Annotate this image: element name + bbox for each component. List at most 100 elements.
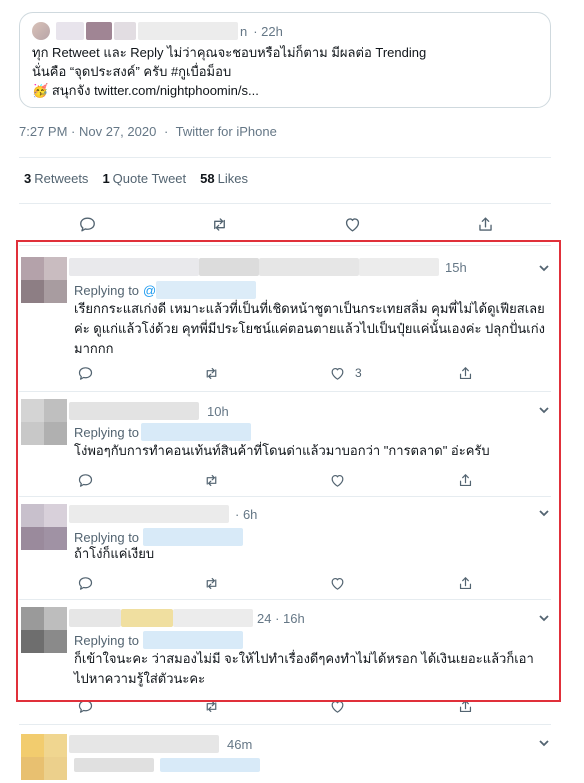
redacted-name	[199, 258, 259, 276]
tweet-stats: 3 Retweets 1 Quote Tweet 58 Likes	[24, 171, 248, 186]
quoted-link[interactable]: สนุกจัง twitter.com/nightphoomin/s...	[52, 83, 259, 98]
party-emoji-icon: 🥳	[32, 83, 49, 98]
replying-to: Replying to	[74, 423, 252, 441]
chevron-down-icon[interactable]	[537, 506, 551, 520]
reply-time[interactable]: 46m	[227, 737, 252, 752]
reply-text: ถ้าโง่ก็แค่เงียบ	[74, 546, 155, 561]
avatar[interactable]	[21, 399, 67, 445]
share-icon[interactable]	[474, 213, 496, 235]
share-icon[interactable]	[454, 362, 476, 384]
meta-separator: ·	[163, 124, 169, 139]
share-icon[interactable]	[454, 572, 476, 594]
quoted-time: · 22h	[253, 23, 283, 39]
reply-header: 10h	[69, 401, 229, 421]
like-icon[interactable]	[341, 213, 363, 235]
reply-tweet[interactable]: 46m	[19, 724, 559, 783]
redacted-name	[86, 22, 112, 40]
quoted-tweet-header: n · 22h	[32, 21, 538, 41]
avatar[interactable]	[21, 734, 67, 780]
reply-icon[interactable]	[74, 572, 96, 594]
avatar[interactable]	[21, 607, 67, 653]
retweet-icon[interactable]	[200, 572, 222, 594]
reply-icon[interactable]	[74, 362, 96, 384]
reply-text: โง่พอๆกับการทำคอนเท้นท์สินค้าที่โดนด่าแล…	[74, 443, 490, 458]
quotes-stat[interactable]: 1 Quote Tweet	[102, 171, 186, 186]
retweet-icon[interactable]	[200, 362, 222, 384]
like-icon[interactable]	[326, 362, 348, 384]
reply-icon[interactable]	[74, 469, 96, 491]
replying-prefix: Replying to	[74, 282, 140, 298]
tweet-timestamp[interactable]: 7:27 PM · Nov 27, 2020	[19, 124, 156, 139]
chevron-down-icon[interactable]	[537, 261, 551, 275]
redacted-name	[69, 609, 121, 627]
retweet-icon[interactable]	[200, 469, 222, 491]
replying-prefix: Replying to	[74, 632, 140, 648]
replying-to: Replying to	[74, 631, 244, 649]
replying-to	[74, 758, 260, 772]
reply-tweet[interactable]: · 6h Replying to ถ้าโง่ก็แค่เงียบ	[19, 496, 559, 599]
redacted-handle	[156, 281, 257, 299]
replying-handle[interactable]: @	[143, 283, 156, 298]
redacted-name	[56, 22, 84, 40]
reply-time[interactable]: 24 · 16h	[257, 611, 305, 626]
like-count: 3	[355, 366, 362, 380]
reply-icon[interactable]	[74, 695, 96, 717]
reply-time[interactable]: · 6h	[235, 507, 257, 522]
redacted-name	[69, 505, 229, 523]
reply-action-bar: 3	[74, 362, 474, 382]
redacted-handle	[141, 423, 252, 441]
reply-time[interactable]: 10h	[207, 404, 229, 419]
like-icon[interactable]	[326, 572, 348, 594]
tweet-source[interactable]: Twitter for iPhone	[176, 124, 277, 139]
redacted-name	[69, 735, 219, 753]
redacted-handle	[160, 758, 260, 772]
reply-header: · 6h	[69, 504, 257, 524]
chevron-down-icon[interactable]	[537, 403, 551, 417]
reply-action-bar	[74, 469, 474, 489]
chevron-down-icon[interactable]	[537, 611, 551, 625]
redacted-name	[114, 22, 136, 40]
reply-header: 46m	[69, 734, 252, 754]
redacted-name	[69, 258, 199, 276]
tweet-action-bar	[19, 213, 551, 241]
retweet-icon[interactable]	[200, 695, 222, 717]
reply-tweet[interactable]: 15h Replying to @ เรียกกระแสเก่งดี เหมาะ…	[19, 245, 559, 390]
reply-header: 15h	[69, 257, 467, 277]
redacted-handle	[74, 758, 154, 772]
reply-icon[interactable]	[76, 213, 98, 235]
reply-action-bar	[74, 695, 474, 715]
redacted-name	[69, 402, 199, 420]
like-icon[interactable]	[326, 695, 348, 717]
reply-action-bar	[74, 572, 474, 592]
replying-prefix: Replying to	[74, 529, 140, 545]
chevron-down-icon[interactable]	[537, 736, 551, 750]
quoted-text-line-3: 🥳 สนุกจัง twitter.com/nightphoomin/s...	[32, 81, 538, 100]
redacted-name	[121, 609, 173, 627]
avatar[interactable]	[21, 504, 67, 550]
redacted-handle	[173, 609, 253, 627]
divider	[19, 203, 551, 204]
retweets-stat[interactable]: 3 Retweets	[24, 171, 88, 186]
redacted-handle	[259, 258, 359, 276]
tweet-meta: 7:27 PM · Nov 27, 2020 · Twitter for iPh…	[19, 124, 277, 139]
avatar[interactable]	[21, 257, 67, 303]
replying-to: Replying to @	[74, 281, 257, 299]
redacted-handle	[138, 22, 238, 40]
share-icon[interactable]	[454, 469, 476, 491]
replying-prefix: Replying to	[74, 424, 140, 440]
reply-text: ก็เข้าใจนะคะ ว่าสมองไม่มี จะให้ไปทำเรื่อ…	[74, 651, 534, 686]
share-icon[interactable]	[454, 695, 476, 717]
reply-tweet[interactable]: 24 · 16h Replying to ก็เข้าใจนะคะ ว่าสมอ…	[19, 599, 559, 724]
quoted-handle-tail: n	[240, 23, 248, 39]
reply-tweet[interactable]: 10h Replying to โง่พอๆกับการทำคอนเท้นท์ส…	[19, 391, 559, 496]
quoted-text-line-1: ทุก Retweet และ Reply ไม่ว่าคุณจะชอบหรือ…	[32, 45, 427, 60]
reply-header: 24 · 16h	[69, 608, 305, 628]
likes-stat[interactable]: 58 Likes	[200, 171, 248, 186]
redacted-handle	[143, 631, 244, 649]
reply-text: เรียกกระแสเก่งดี เหมาะแล้วที่เป็นที่เชิด…	[74, 301, 545, 356]
retweet-icon[interactable]	[208, 213, 230, 235]
reply-time[interactable]: 15h	[445, 260, 467, 275]
quoted-text-line-2: นั่นคือ “จุดประสงค์” ครับ #กูเบื่อม็อบ	[32, 64, 232, 79]
quoted-tweet-card[interactable]: n · 22h ทุก Retweet และ Reply ไม่ว่าคุณจ…	[19, 12, 551, 108]
like-icon[interactable]	[326, 469, 348, 491]
